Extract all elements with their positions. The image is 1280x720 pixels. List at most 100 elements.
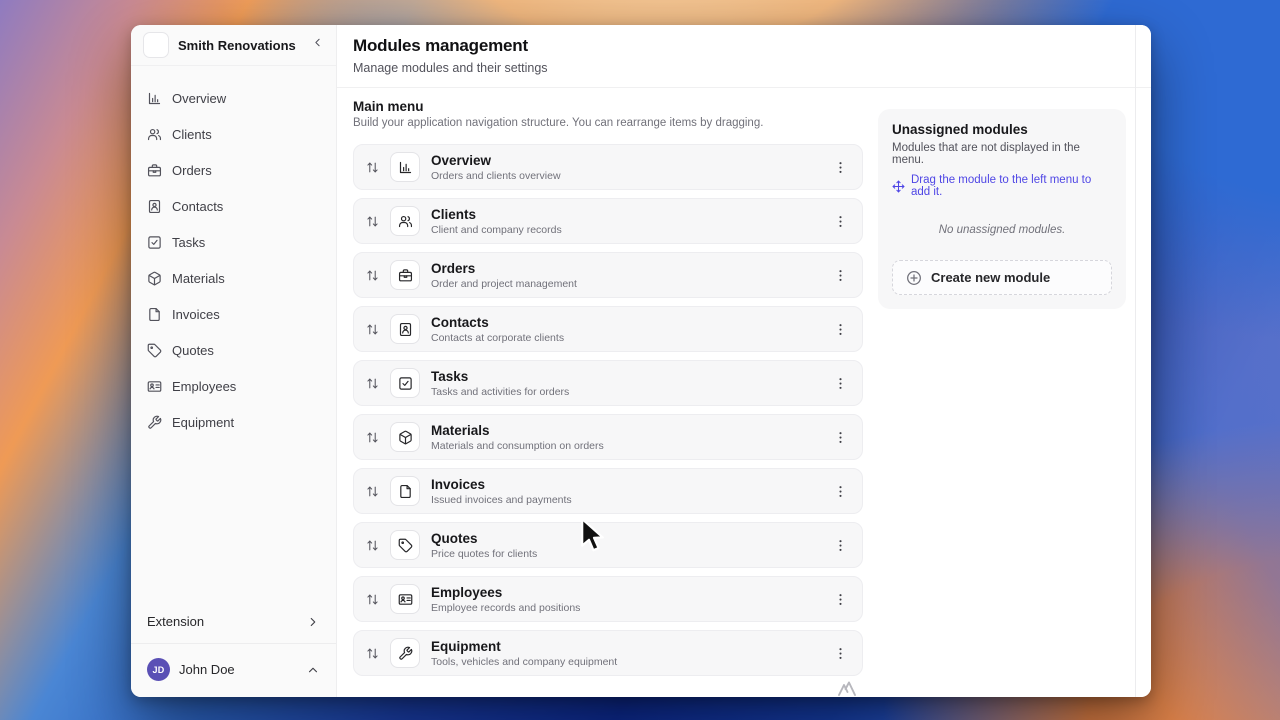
module-title: Equipment — [431, 638, 501, 654]
module-row-materials[interactable]: Materials Materials and consumption on or… — [353, 414, 863, 460]
module-row-orders[interactable]: Orders Order and project management — [353, 252, 863, 298]
module-title: Materials — [431, 422, 490, 438]
module-description: Contacts at corporate clients — [431, 331, 565, 344]
tag-icon — [390, 530, 420, 560]
wrench-icon — [390, 638, 420, 668]
module-text: Tasks Tasks and activities for orders — [431, 369, 829, 398]
module-row-invoices[interactable]: Invoices Issued invoices and payments — [353, 468, 863, 514]
bar-chart-icon — [390, 152, 420, 182]
module-description: Orders and clients overview — [431, 169, 561, 182]
drag-handle-icon[interactable] — [366, 377, 379, 390]
sidebar-collapse-button[interactable] — [311, 36, 324, 54]
app-brand[interactable]: Smith Renovations — [131, 25, 336, 66]
package-icon — [390, 422, 420, 452]
drag-handle-icon[interactable] — [366, 161, 379, 174]
module-text: Overview Orders and clients overview — [431, 153, 829, 182]
sidebar-item-tasks[interactable]: Tasks — [137, 224, 330, 260]
module-title: Orders — [431, 260, 476, 276]
main-menu-section: Main menu Build your application navigat… — [353, 99, 863, 676]
module-row-clients[interactable]: Clients Client and company records — [353, 198, 863, 244]
briefcase-icon — [147, 163, 162, 178]
check-square-icon — [390, 368, 420, 398]
page-title: Modules management — [353, 36, 528, 55]
module-text: Quotes Price quotes for clients — [431, 531, 829, 560]
kebab-menu-icon[interactable] — [829, 318, 852, 341]
module-row-employees[interactable]: Employees Employee records and positions — [353, 576, 863, 622]
kebab-menu-icon[interactable] — [829, 426, 852, 449]
drag-handle-icon[interactable] — [366, 215, 379, 228]
kebab-menu-icon[interactable] — [829, 534, 852, 557]
app-name: Smith Renovations — [178, 37, 296, 53]
sidebar-item-label: Clients — [172, 126, 212, 142]
module-title: Overview — [431, 152, 492, 168]
wrench-icon — [147, 415, 162, 430]
module-text: Equipment Tools, vehicles and company equ… — [431, 639, 829, 668]
sidebar-item-clients[interactable]: Clients — [137, 116, 330, 152]
main-menu-caption: Build your application navigation struct… — [353, 117, 764, 129]
move-icon — [892, 180, 905, 193]
bar-chart-icon — [147, 91, 162, 106]
module-description: Tasks and activities for orders — [431, 385, 570, 398]
module-description: Tools, vehicles and company equipment — [431, 655, 618, 668]
sidebar-item-extension[interactable]: Extension — [131, 604, 336, 643]
sidebar-item-label: Equipment — [172, 414, 235, 430]
drag-handle-icon[interactable] — [366, 269, 379, 282]
file-icon — [390, 476, 420, 506]
module-title: Invoices — [431, 476, 486, 492]
sidebar-item-label: Overview — [172, 90, 227, 106]
sidebar-item-quotes[interactable]: Quotes — [137, 332, 330, 368]
drag-handle-icon[interactable] — [366, 485, 379, 498]
user-name: John Doe — [179, 662, 235, 677]
kebab-menu-icon[interactable] — [829, 588, 852, 611]
create-button-label: Create new module — [931, 270, 1051, 285]
chevron-left-icon — [311, 36, 324, 54]
module-title: Clients — [431, 206, 477, 222]
sidebar-item-overview[interactable]: Overview — [137, 80, 330, 116]
kebab-menu-icon[interactable] — [829, 642, 852, 665]
module-description: Issued invoices and payments — [431, 493, 572, 506]
id-card-icon — [390, 584, 420, 614]
sidebar-item-contacts[interactable]: Contacts — [137, 188, 330, 224]
sidebar-item-equipment[interactable]: Equipment — [137, 404, 330, 440]
unassigned-modules-panel: Unassigned modules Modules that are not … — [878, 109, 1126, 309]
module-description: Order and project management — [431, 277, 577, 290]
drag-handle-icon[interactable] — [366, 647, 379, 660]
module-row-tasks[interactable]: Tasks Tasks and activities for orders — [353, 360, 863, 406]
unassigned-panel-subtitle: Modules that are not displayed in the me… — [892, 142, 1080, 166]
module-text: Employees Employee records and positions — [431, 585, 829, 614]
module-title: Employees — [431, 584, 503, 600]
module-row-overview[interactable]: Overview Orders and clients overview — [353, 144, 863, 190]
unassigned-panel-title: Unassigned modules — [892, 122, 1028, 137]
drag-handle-icon[interactable] — [366, 323, 379, 336]
users-icon — [390, 206, 420, 236]
drag-hint: Drag the module to the left menu to add … — [892, 174, 1112, 198]
avatar: JD — [147, 658, 170, 681]
drag-handle-icon[interactable] — [366, 539, 379, 552]
create-new-module-button[interactable]: Create new module — [892, 260, 1112, 295]
drag-handle-icon[interactable] — [366, 593, 379, 606]
module-text: Invoices Issued invoices and payments — [431, 477, 829, 506]
user-menu[interactable]: JD John Doe — [131, 644, 336, 697]
scrollbar-track[interactable] — [1135, 25, 1136, 697]
module-row-quotes[interactable]: Quotes Price quotes for clients — [353, 522, 863, 568]
briefcase-icon — [390, 260, 420, 290]
sidebar-item-employees[interactable]: Employees — [137, 368, 330, 404]
kebab-menu-icon[interactable] — [829, 156, 852, 179]
sidebar-item-materials[interactable]: Materials — [137, 260, 330, 296]
check-square-icon — [147, 235, 162, 250]
right-column: Unassigned modules Modules that are not … — [878, 99, 1135, 676]
module-description: Client and company records — [431, 223, 562, 236]
module-row-equipment[interactable]: Equipment Tools, vehicles and company equ… — [353, 630, 863, 676]
main-menu-title: Main menu — [353, 99, 424, 114]
module-row-contacts[interactable]: Contacts Contacts at corporate clients — [353, 306, 863, 352]
page-subtitle: Manage modules and their settings — [353, 61, 548, 75]
kebab-menu-icon[interactable] — [829, 210, 852, 233]
kebab-menu-icon[interactable] — [829, 264, 852, 287]
sidebar-item-orders[interactable]: Orders — [137, 152, 330, 188]
sidebar-item-label: Tasks — [172, 234, 206, 250]
sidebar-item-invoices[interactable]: Invoices — [137, 296, 330, 332]
app-window: Smith Renovations Overview Clients Orders C… — [131, 25, 1151, 697]
kebab-menu-icon[interactable] — [829, 372, 852, 395]
drag-handle-icon[interactable] — [366, 431, 379, 444]
kebab-menu-icon[interactable] — [829, 480, 852, 503]
